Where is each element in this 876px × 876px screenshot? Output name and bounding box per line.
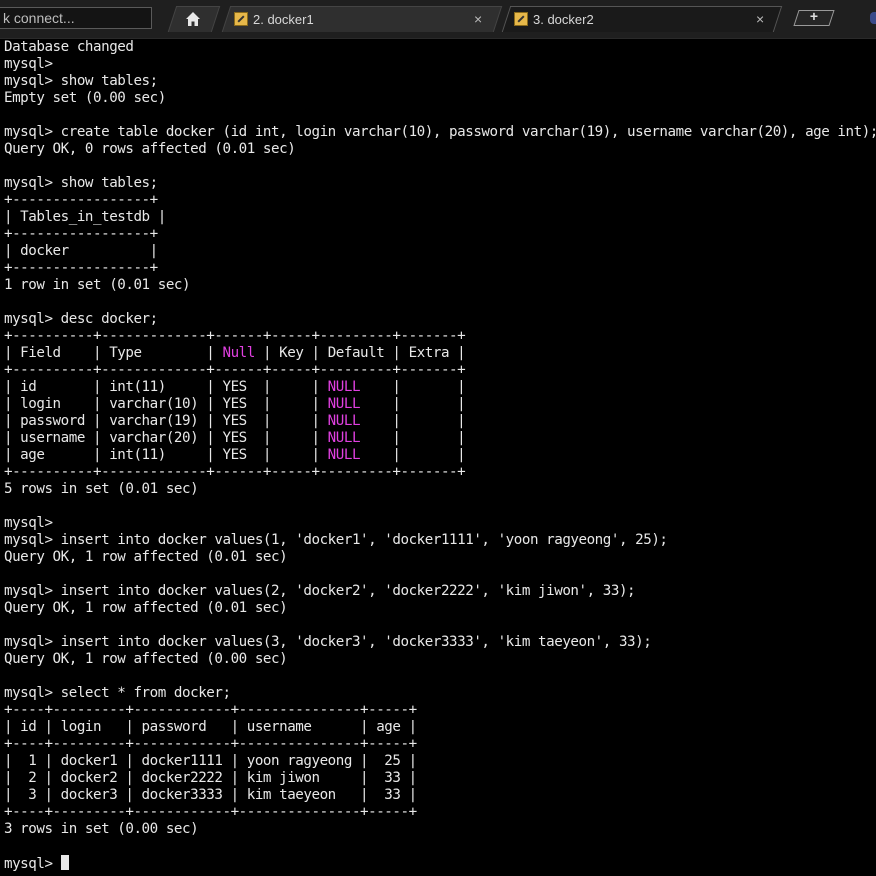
terminal-line: | password | varchar(19) | YES | | NULL … bbox=[4, 413, 466, 429]
close-icon[interactable]: × bbox=[474, 11, 482, 27]
terminal-line: +----+---------+------------+-----------… bbox=[4, 702, 417, 718]
terminal-line: mysql> bbox=[4, 56, 53, 72]
terminal-line: | 1 | docker1 | docker1111 | yoon ragyeo… bbox=[4, 753, 417, 769]
terminal-line: Query OK, 1 row affected (0.01 sec) bbox=[4, 600, 288, 616]
terminal-line: | login | varchar(10) | YES | | NULL | | bbox=[4, 396, 466, 412]
terminal-line: mysql> insert into docker values(3, 'doc… bbox=[4, 634, 652, 650]
terminal-line: mysql> bbox=[4, 855, 876, 872]
terminal-line: +-----------------+ bbox=[4, 226, 158, 242]
terminal-output[interactable]: Database changed mysql> mysql> show tables… bbox=[4, 39, 876, 876]
terminal-line: +----+---------+------------+-----------… bbox=[4, 804, 417, 820]
terminal-line: +----+---------+------------+-----------… bbox=[4, 736, 417, 752]
terminal-line: | id | login | password | username | age… bbox=[4, 719, 417, 735]
terminal-line: 5 rows in set (0.01 sec) bbox=[4, 481, 199, 497]
terminal-line: Query OK, 0 rows affected (0.01 sec) bbox=[4, 141, 296, 157]
terminal-line: | 3 | docker3 | docker3333 | kim taeyeon… bbox=[4, 787, 417, 803]
terminal-line: mysql> insert into docker values(1, 'doc… bbox=[4, 532, 668, 548]
text-cursor bbox=[60, 855, 69, 870]
terminal-line: | docker | bbox=[4, 243, 158, 259]
terminal-line: mysql> select * from docker; bbox=[4, 685, 231, 701]
terminal-line: +----------+-------------+------+-----+-… bbox=[4, 362, 466, 378]
terminal-line: Database changed bbox=[4, 39, 134, 55]
close-icon[interactable]: × bbox=[756, 11, 764, 27]
terminal-line: mysql> bbox=[4, 515, 53, 531]
overflow-indicator bbox=[870, 12, 876, 24]
home-icon bbox=[186, 12, 200, 26]
terminal-line: mysql> desc docker; bbox=[4, 311, 158, 327]
tab-label: 2. docker1 bbox=[253, 11, 314, 27]
terminal-window: k connect... 2. docker1 × 3. docker2 × +… bbox=[0, 0, 876, 876]
terminal-line: | Field | Type | Null | Key | Default | … bbox=[4, 345, 466, 361]
terminal-line: 3 rows in set (0.00 sec) bbox=[4, 821, 199, 837]
terminal-line: +----------+-------------+------+-----+-… bbox=[4, 328, 466, 344]
terminal-line: mysql> show tables; bbox=[4, 175, 158, 191]
tab-docker1-content: 2. docker1 × bbox=[234, 6, 494, 32]
terminal-line: mysql> create table docker (id int, logi… bbox=[4, 124, 876, 140]
terminal-icon bbox=[234, 12, 248, 26]
tab-bar: k connect... 2. docker1 × 3. docker2 × + bbox=[0, 0, 876, 39]
terminal-line: mysql> insert into docker values(2, 'doc… bbox=[4, 583, 636, 599]
terminal-line: | id | int(11) | YES | | NULL | | bbox=[4, 379, 466, 395]
terminal-line: | age | int(11) | YES | | NULL | | bbox=[4, 447, 466, 463]
terminal-line: Query OK, 1 row affected (0.01 sec) bbox=[4, 549, 288, 565]
terminal-line: +----------+-------------+------+-----+-… bbox=[4, 464, 466, 480]
tab-docker2-content: 3. docker2 × bbox=[514, 6, 774, 32]
terminal-icon bbox=[514, 12, 528, 26]
terminal-line: +-----------------+ bbox=[4, 192, 158, 208]
terminal-line: mysql> show tables; bbox=[4, 73, 158, 89]
terminal-line: Empty set (0.00 sec) bbox=[4, 90, 166, 106]
terminal-line: Query OK, 1 row affected (0.00 sec) bbox=[4, 651, 288, 667]
terminal-line: +-----------------+ bbox=[4, 260, 158, 276]
terminal-line: | Tables_in_testdb | bbox=[4, 209, 166, 225]
quick-connect-input[interactable]: k connect... bbox=[0, 7, 152, 29]
terminal-line: | username | varchar(20) | YES | | NULL … bbox=[4, 430, 466, 446]
plus-icon: + bbox=[809, 8, 819, 24]
terminal-line: | 2 | docker2 | docker2222 | kim jiwon |… bbox=[4, 770, 417, 786]
tab-label: 3. docker2 bbox=[533, 11, 594, 27]
terminal-line: 1 row in set (0.01 sec) bbox=[4, 277, 191, 293]
home-tab-content bbox=[185, 6, 201, 32]
